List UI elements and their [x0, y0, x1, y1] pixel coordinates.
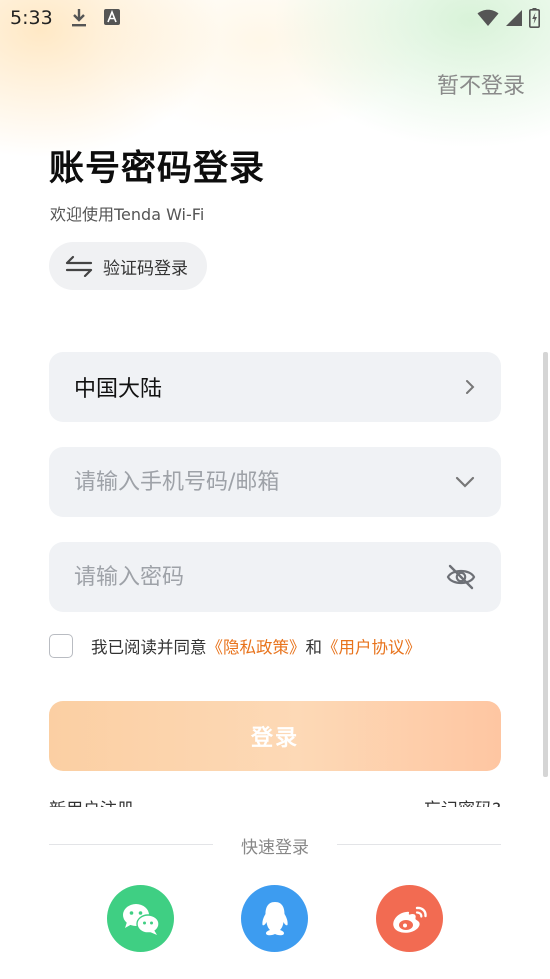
- skip-login-button[interactable]: 暂不登录: [437, 68, 525, 100]
- swap-arrows-icon: [65, 255, 93, 277]
- user-agreement-link[interactable]: 《用户协议》: [322, 638, 421, 657]
- chevron-down-icon[interactable]: [454, 475, 476, 489]
- region-value: 中国大陆: [74, 377, 163, 402]
- agreement-row: 我已阅读并同意《隐私政策》和《用户协议》: [49, 634, 421, 658]
- switch-label: 验证码登录: [103, 258, 188, 279]
- privacy-policy-link[interactable]: 《隐私政策》: [207, 638, 306, 657]
- welcome-subtitle: 欢迎使用Tenda Wi-Fi: [50, 205, 205, 224]
- wechat-icon: [122, 903, 160, 935]
- agreement-checkbox[interactable]: [49, 634, 73, 658]
- signal-icon: [506, 10, 522, 26]
- agreement-prefix: 我已阅读并同意: [91, 638, 207, 657]
- quick-login-label: 快速登录: [241, 838, 309, 858]
- text-a-icon: [104, 9, 120, 25]
- agreement-conjunction: 和: [305, 638, 323, 657]
- wifi-icon: [477, 9, 499, 26]
- password-input[interactable]: [74, 564, 446, 590]
- qq-login-button[interactable]: [241, 885, 308, 952]
- battery-icon: [529, 8, 540, 28]
- agreement-text: 我已阅读并同意《隐私政策》和《用户协议》: [91, 634, 421, 658]
- divider-right: [337, 844, 501, 845]
- quick-login-panel: 快速登录: [0, 808, 550, 979]
- account-field[interactable]: [49, 447, 501, 517]
- forgot-password-link[interactable]: 忘记密码?: [424, 795, 501, 807]
- chevron-right-icon: [466, 380, 475, 394]
- qq-icon: [261, 901, 288, 935]
- switch-to-sms-login-button[interactable]: 验证码登录: [49, 242, 207, 290]
- register-link[interactable]: 新用户注册: [49, 795, 134, 807]
- status-right: [477, 8, 540, 28]
- page-title: 账号密码登录: [49, 149, 266, 189]
- scrollbar[interactable]: [543, 352, 548, 777]
- wechat-login-button[interactable]: [107, 885, 174, 952]
- eye-off-icon[interactable]: [446, 564, 476, 590]
- status-bar: 5:33: [0, 0, 550, 38]
- account-links-row: 新用户注册 忘记密码?: [0, 793, 550, 807]
- status-time: 5:33: [10, 7, 53, 29]
- password-field[interactable]: [49, 542, 501, 612]
- region-selector[interactable]: 中国大陆: [49, 352, 501, 422]
- weibo-icon: [392, 906, 427, 933]
- weibo-login-button[interactable]: [376, 885, 443, 952]
- download-icon: [72, 9, 86, 27]
- account-input[interactable]: [74, 469, 454, 495]
- login-button[interactable]: 登录: [49, 701, 501, 771]
